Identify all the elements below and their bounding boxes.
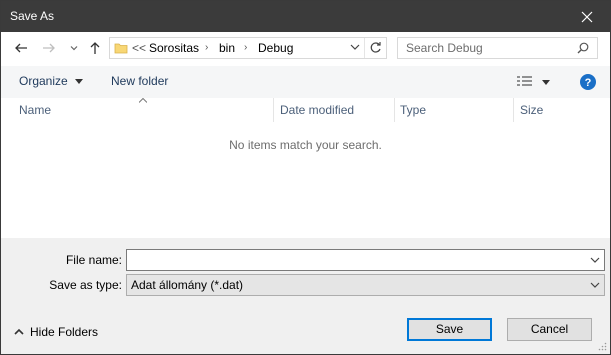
address-bar[interactable]: << Sorositas › bin › Debug — [109, 37, 387, 59]
breadcrumb-separator[interactable]: › — [244, 42, 247, 53]
organize-label: Organize — [19, 74, 68, 88]
save-as-type-value: Adat állomány (*.dat) — [131, 278, 244, 292]
svg-text:?: ? — [585, 77, 592, 89]
command-bar: Organize New folder ? — [1, 66, 610, 99]
address-dropdown-button[interactable] — [350, 41, 360, 56]
recent-locations-button[interactable] — [66, 40, 82, 56]
save-form: File name: Save as type: Adat állomány (… — [1, 238, 610, 354]
file-name-input[interactable] — [126, 249, 605, 271]
save-as-type-label: Save as type: — [49, 278, 122, 292]
save-button[interactable]: Save — [407, 318, 492, 341]
breadcrumb-sorositas[interactable]: Sorositas — [149, 41, 199, 55]
chevron-up-icon — [14, 328, 24, 335]
column-header-name[interactable]: Name — [19, 103, 51, 117]
file-list: Name Date modified Type Size No items ma… — [1, 98, 610, 238]
breadcrumb-bin[interactable]: bin — [219, 41, 235, 55]
save-as-type-select[interactable]: Adat állomány (*.dat) — [126, 274, 605, 296]
empty-message: No items match your search. — [229, 138, 382, 152]
title-bar: Save As — [1, 1, 610, 32]
help-button[interactable]: ? — [580, 74, 596, 93]
chevron-down-icon — [75, 79, 84, 84]
new-folder-button[interactable]: New folder — [111, 74, 168, 88]
chevron-down-icon — [350, 44, 360, 50]
chevron-down-icon — [70, 46, 78, 51]
arrow-up-icon — [90, 42, 100, 54]
back-button[interactable] — [13, 40, 29, 56]
hide-folders-label: Hide Folders — [30, 325, 99, 339]
refresh-icon — [370, 42, 381, 53]
up-button[interactable] — [87, 40, 103, 56]
breadcrumb-separator[interactable]: › — [205, 42, 208, 53]
cancel-button[interactable]: Cancel — [507, 318, 592, 341]
breadcrumb-debug[interactable]: Debug — [258, 41, 293, 55]
file-name-label: File name: — [65, 253, 122, 267]
close-button[interactable] — [564, 1, 610, 32]
help-icon: ? — [580, 74, 596, 90]
dialog-title: Save As — [10, 9, 55, 23]
save-as-dialog: Save As << Sorositas › bin › Debug Searc… — [0, 0, 611, 355]
address-divider — [364, 38, 365, 58]
column-divider[interactable] — [273, 98, 274, 122]
arrow-right-icon — [43, 43, 55, 53]
folder-icon — [114, 43, 128, 54]
navigation-bar: << Sorositas › bin › Debug Search Debug — [1, 32, 610, 66]
resize-grip-icon[interactable] — [597, 341, 607, 351]
arrow-left-icon — [15, 43, 27, 53]
search-placeholder: Search Debug — [406, 41, 483, 55]
search-box[interactable]: Search Debug — [397, 37, 598, 59]
chevron-down-icon — [590, 282, 600, 288]
forward-button[interactable] — [41, 40, 57, 56]
column-header-date-modified[interactable]: Date modified — [280, 103, 354, 117]
column-header-type[interactable]: Type — [400, 103, 426, 117]
view-options-button[interactable] — [516, 75, 550, 92]
hide-folders-button[interactable]: Hide Folders — [14, 325, 98, 339]
close-icon — [581, 11, 593, 22]
chevron-down-icon[interactable] — [590, 254, 600, 266]
organize-button[interactable]: Organize — [19, 74, 84, 88]
column-divider[interactable] — [513, 98, 514, 122]
refresh-button[interactable] — [369, 41, 382, 58]
sort-indicator-icon — [139, 98, 147, 103]
column-divider[interactable] — [394, 98, 395, 122]
column-header-size[interactable]: Size — [520, 103, 543, 117]
search-icon[interactable] — [577, 42, 589, 54]
address-overflow[interactable]: << — [132, 41, 146, 55]
view-options-icon — [517, 76, 550, 86]
